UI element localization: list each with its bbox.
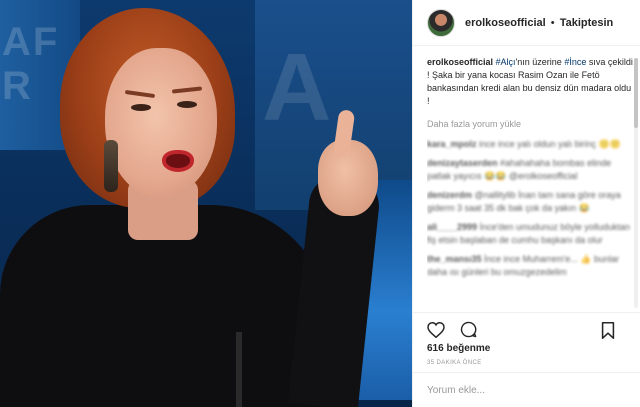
comment-input[interactable] — [427, 384, 617, 396]
caption-username[interactable]: erolkoseofficial — [427, 57, 493, 67]
post-sidebar: erolkoseofficial • Takiptesin erolkoseof… — [412, 0, 640, 407]
avatar[interactable] — [427, 8, 455, 37]
comment-button[interactable] — [457, 319, 479, 341]
comment-icon — [460, 321, 476, 338]
comments-list[interactable]: erolkoseofficial #Alçı'nın üzerine #İnce… — [427, 56, 633, 311]
heart-icon — [427, 321, 445, 338]
post-image[interactable]: AF R A — [0, 0, 412, 407]
person-face — [105, 48, 217, 198]
comment-item: denizaytaserden #ahahahaha bombas elinde… — [427, 157, 633, 183]
header-username[interactable]: erolkoseofficial — [465, 17, 546, 29]
comment-username[interactable]: the_mansı35 — [427, 254, 482, 264]
follow-button[interactable]: Takiptesin — [560, 17, 614, 29]
backdrop-text-right: A — [262, 34, 332, 141]
comments-scrollbar[interactable] — [634, 58, 638, 308]
comment-item: the_mansı35 İnce ince Muharrem'e... 👍 bu… — [427, 253, 633, 279]
caption-hashtag-ince[interactable]: #İnce — [564, 57, 586, 67]
save-button[interactable] — [597, 319, 619, 341]
post-timestamp: 35 DAKIKA ÖNCE — [427, 360, 482, 366]
caption-text-1: 'nın üzerine — [515, 57, 565, 67]
scrollbar-thumb[interactable] — [634, 58, 638, 128]
backdrop-text-left: AF R — [2, 20, 60, 108]
mouth — [162, 150, 194, 172]
microphone — [236, 332, 242, 407]
eye-left — [131, 104, 151, 111]
comment-item: kara_mpolz ince ince yalı oldun yalı bir… — [427, 138, 633, 151]
action-bar — [413, 312, 640, 346]
comment-text: ince ince yalı oldun yalı birinç 🙁😕 — [479, 139, 622, 149]
comment-username[interactable]: denizaytaserden — [427, 158, 498, 168]
comment-username[interactable]: kara_mpolz — [427, 139, 477, 149]
caption-hashtag-alci[interactable]: #Alçı — [496, 57, 516, 67]
load-more-comments-button[interactable]: Daha fazla yorum yükle — [427, 118, 633, 131]
comment-username[interactable]: denizerdm — [427, 190, 472, 200]
header-text: erolkoseofficial • Takiptesin — [465, 17, 613, 29]
comment-item: ali____2999 İnce'den umudunuz böyle yoll… — [427, 221, 633, 247]
header-separator: • — [550, 16, 555, 29]
bookmark-icon — [601, 321, 615, 339]
comment-username[interactable]: ali____2999 — [427, 222, 477, 232]
like-button[interactable] — [425, 319, 447, 341]
like-count[interactable]: 616 beğenme — [427, 343, 490, 354]
add-comment-box — [413, 372, 640, 407]
earring — [104, 140, 118, 192]
eye-right — [177, 101, 197, 108]
comment-item: denizerdm @nallitylib İnan tam sana göre… — [427, 189, 633, 215]
post-header: erolkoseofficial • Takiptesin — [413, 0, 640, 46]
post-caption: erolkoseofficial #Alçı'nın üzerine #İnce… — [427, 56, 633, 108]
